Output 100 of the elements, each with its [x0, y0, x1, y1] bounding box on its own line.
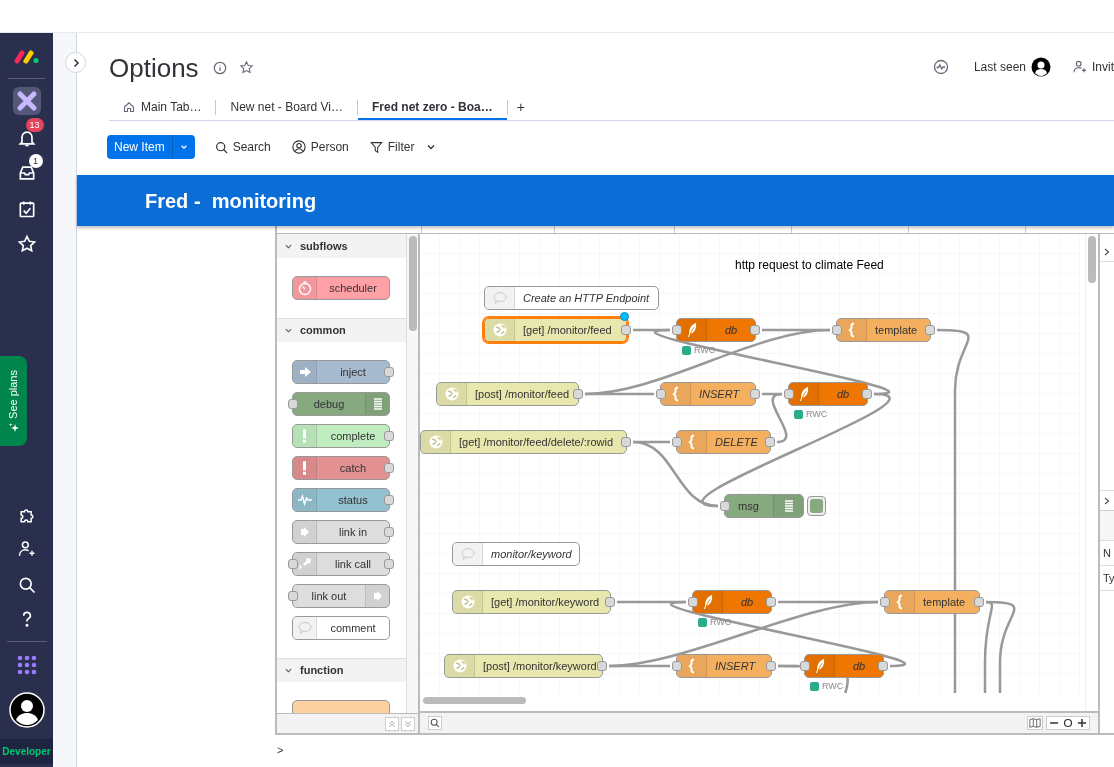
- node-port[interactable]: [750, 325, 760, 335]
- tab[interactable]: Fred net zero - Boa…: [358, 95, 507, 120]
- node-label: link call: [334, 556, 372, 572]
- node-port[interactable]: [974, 597, 984, 607]
- node-port[interactable]: [925, 325, 935, 335]
- palette-node[interactable]: scheduler: [292, 276, 390, 300]
- search-icon: [214, 140, 228, 154]
- invite-button[interactable]: Invit: [1092, 58, 1114, 76]
- node-port[interactable]: [384, 559, 394, 569]
- node-label: Create an HTTP Endpoint: [523, 290, 650, 306]
- category-header[interactable]: subflows: [277, 234, 406, 258]
- node-port[interactable]: [288, 591, 298, 601]
- node-port[interactable]: [384, 527, 394, 537]
- node-port[interactable]: [621, 325, 631, 335]
- search-button[interactable]: Search: [214, 138, 271, 156]
- node-port[interactable]: [688, 597, 698, 607]
- person-button[interactable]: Person: [291, 138, 349, 156]
- scrollbar-thumb[interactable]: [408, 236, 417, 331]
- node-port[interactable]: [765, 437, 775, 447]
- node-port[interactable]: [750, 389, 760, 399]
- zoom-reset-icon[interactable]: [1061, 717, 1075, 729]
- node-label: db: [853, 658, 866, 674]
- node-port[interactable]: [800, 661, 810, 671]
- tab[interactable]: Main Tab…: [109, 95, 216, 120]
- avatar-icon[interactable]: [8, 692, 45, 728]
- map-icon[interactable]: [1027, 716, 1043, 730]
- star-icon[interactable]: [238, 60, 254, 75]
- activity-icon[interactable]: [932, 59, 949, 75]
- wire[interactable]: [983, 600, 994, 693]
- node-port[interactable]: [766, 661, 776, 671]
- node-port[interactable]: [672, 325, 682, 335]
- logo-icon[interactable]: [13, 50, 40, 64]
- debug-toggle-button[interactable]: [807, 496, 826, 516]
- chevron-right-icon[interactable]: [1104, 496, 1110, 505]
- see-plans-button[interactable]: See plans: [0, 356, 27, 446]
- node-port[interactable]: [573, 389, 583, 399]
- node-label: template: [923, 594, 966, 610]
- palette-node[interactable]: comment: [292, 616, 390, 640]
- wire[interactable]: [671, 600, 905, 668]
- node-port[interactable]: [720, 501, 730, 511]
- node-port[interactable]: [621, 437, 631, 447]
- node-port[interactable]: [384, 495, 394, 505]
- node-port[interactable]: [784, 389, 794, 399]
- category-label: common: [300, 323, 346, 339]
- plan-label: Developer: [2, 745, 51, 759]
- node-port[interactable]: [656, 389, 666, 399]
- node-port[interactable]: [672, 661, 682, 671]
- node-port[interactable]: [880, 597, 890, 607]
- node-port[interactable]: [672, 437, 682, 447]
- info-icon[interactable]: [212, 61, 227, 75]
- search-icon[interactable]: [428, 716, 442, 730]
- avatar-icon[interactable]: [1031, 57, 1051, 77]
- board-title: Options: [109, 53, 199, 83]
- node-port[interactable]: [288, 399, 298, 409]
- collapse-all-icon[interactable]: [385, 716, 399, 731]
- last-seen-label[interactable]: Last seen: [973, 58, 1026, 76]
- add-tab-button[interactable]: +: [507, 95, 534, 120]
- filter-icon: [369, 140, 383, 154]
- node-label: [post] /monitor/keyword: [483, 658, 597, 674]
- wire[interactable]: [609, 664, 670, 668]
- node-label: [get] /monitor/feed/delete/:rowid: [459, 434, 614, 450]
- node-port[interactable]: [862, 389, 872, 399]
- workspace-icon[interactable]: [12, 87, 41, 115]
- chevron-right-icon[interactable]: [1104, 247, 1110, 256]
- exclamation-icon: [303, 429, 306, 443]
- bell-icon[interactable]: [16, 128, 37, 148]
- expand-button[interactable]: [65, 52, 86, 73]
- apps-grid-icon[interactable]: [16, 655, 37, 675]
- scrollbar-thumb[interactable]: [1088, 236, 1096, 283]
- zoom-in-icon[interactable]: [1075, 717, 1089, 729]
- wire[interactable]: [585, 392, 654, 396]
- node-port[interactable]: [878, 661, 888, 671]
- category-label: function: [300, 663, 344, 679]
- wire[interactable]: [771, 392, 788, 444]
- comment-icon: [491, 290, 508, 306]
- chevron-down-icon[interactable]: [426, 142, 437, 152]
- link-call-icon: [296, 556, 313, 572]
- node-port[interactable]: [605, 597, 615, 607]
- expand-all-icon[interactable]: [401, 716, 415, 731]
- wire[interactable]: [985, 600, 1016, 693]
- exclamation-icon: [303, 461, 306, 475]
- property-label: N: [1103, 546, 1111, 560]
- node-label: DELETE: [715, 434, 758, 450]
- node-port[interactable]: [766, 597, 776, 607]
- node-port[interactable]: [384, 463, 394, 473]
- new-item-button[interactable]: New Item: [107, 135, 195, 159]
- node-port[interactable]: [384, 367, 394, 377]
- node-port[interactable]: [384, 431, 394, 441]
- node-port[interactable]: [288, 559, 298, 569]
- add-person-icon[interactable]: [16, 539, 37, 559]
- category-header[interactable]: function: [277, 658, 406, 682]
- filter-button[interactable]: Filter: [369, 138, 415, 156]
- node-label: status: [338, 492, 368, 508]
- flow-node[interactable]: Create an HTTP Endpoint: [484, 286, 659, 310]
- category-header[interactable]: common: [277, 318, 406, 342]
- tab[interactable]: New net - Board Vi…: [216, 95, 357, 120]
- scrollbar-thumb[interactable]: [423, 696, 526, 704]
- node-port[interactable]: [832, 325, 842, 335]
- flow-node[interactable]: monitor/keyword: [452, 542, 580, 566]
- node-port[interactable]: [597, 661, 607, 671]
